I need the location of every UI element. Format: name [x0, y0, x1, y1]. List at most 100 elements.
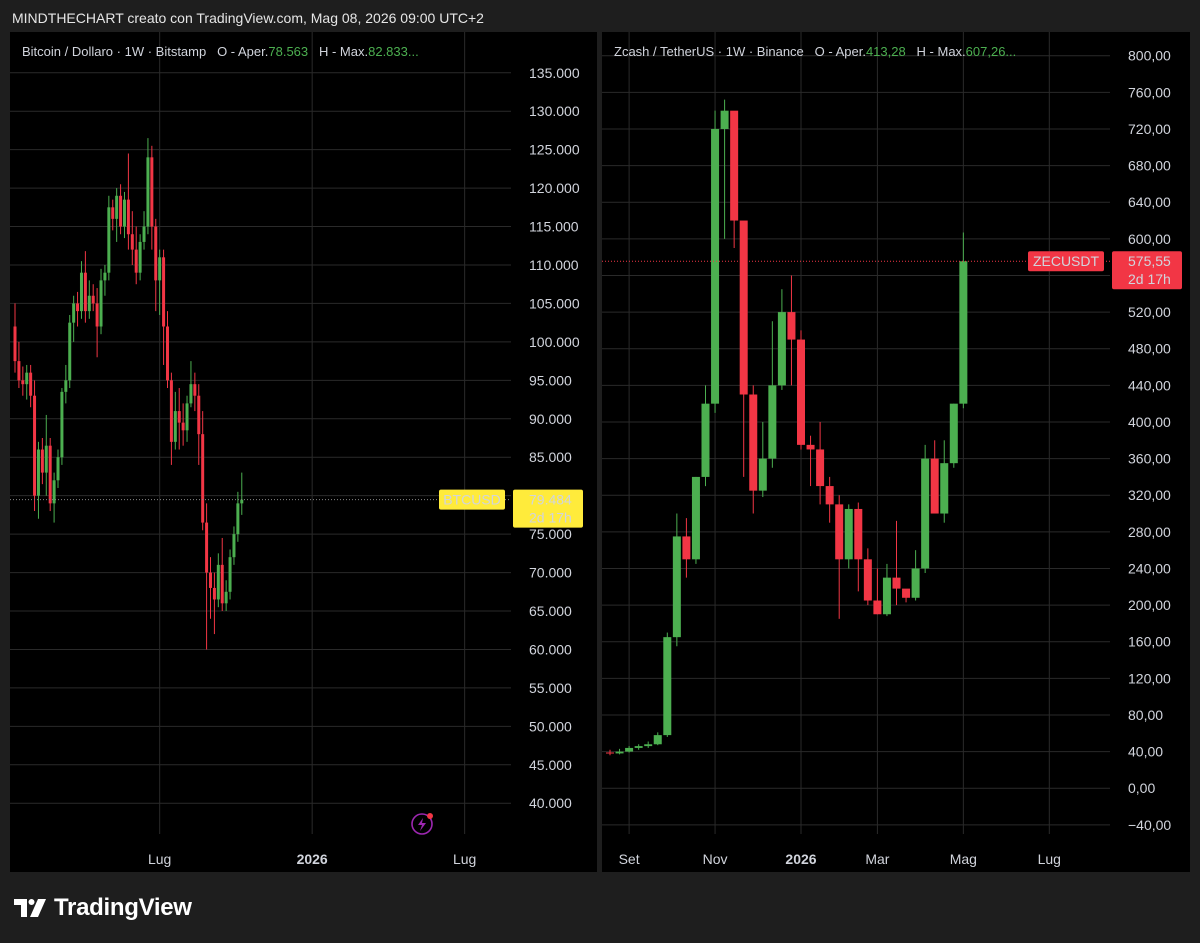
btc-chart-svg[interactable]: 40.000 45.000 50.000 55.000 60.000 65.000 70.0…: [10, 32, 597, 872]
candle: [720, 99, 729, 239]
candle: [663, 632, 672, 737]
candle: [91, 284, 95, 312]
y-tick-label: 720,00: [1128, 121, 1171, 137]
y-tick-label: 200,00: [1128, 597, 1171, 613]
candle: [816, 421, 825, 505]
candle: [146, 138, 150, 235]
candle: [228, 549, 232, 600]
btc-chart-panel[interactable]: 40.000 45.000 50.000 55.000 60.000 65.000 70.0…: [10, 32, 597, 872]
y-tick-label: 125.000: [529, 142, 580, 158]
btc-price-axis[interactable]: 40.000 45.000 50.000 55.000 60.000 65.000 70.0…: [529, 65, 580, 811]
y-tick-label: 400,00: [1128, 414, 1171, 430]
btc-time-axis[interactable]: Lug 2026 Lug: [148, 851, 476, 867]
btc-symbol-title[interactable]: Bitcoin / Dollaro · 1W · Bitstamp: [22, 44, 206, 59]
btc-open-label: O - Aper.: [217, 44, 269, 59]
candle: [209, 557, 212, 619]
candle: [216, 553, 220, 608]
x-tick-label: 2026: [785, 851, 816, 867]
candle: [173, 391, 177, 450]
candle: [95, 288, 99, 358]
x-tick-label: Lug: [148, 851, 171, 867]
y-tick-label: 65.000: [529, 603, 572, 619]
tradingview-logo[interactable]: TradingView: [14, 894, 192, 922]
candle: [758, 421, 767, 498]
candle: [158, 249, 162, 315]
candle: [224, 580, 228, 612]
zec-time-axis[interactable]: Set Nov 2026 Mar Mag Lug: [619, 851, 1061, 867]
y-tick-label: 680,00: [1128, 158, 1171, 174]
candle: [25, 364, 29, 400]
y-tick-label: 0,00: [1128, 780, 1155, 796]
zec-symbol-title[interactable]: Zcash / TetherUS · 1W · Binance: [614, 44, 804, 59]
candle: [940, 440, 949, 523]
y-tick-label: 600,00: [1128, 231, 1171, 247]
candle: [126, 153, 130, 250]
lightning-icon[interactable]: [411, 813, 433, 835]
candle: [854, 502, 863, 592]
btc-symbol-label: BTCUSD: [443, 492, 501, 508]
y-tick-label: 320,00: [1128, 487, 1171, 503]
btc-last-price-label: 79.484: [529, 492, 572, 508]
candle: [150, 145, 154, 250]
btc-open-value: 78.563: [268, 44, 309, 59]
zec-open-label: O - Aper.: [814, 44, 866, 59]
candle: [138, 234, 142, 281]
x-tick-label: Lug: [1038, 851, 1061, 867]
x-tick-label: Mar: [865, 851, 889, 867]
y-tick-label: 40.000: [529, 795, 572, 811]
y-tick-label: 50.000: [529, 718, 572, 734]
y-tick-label: 85.000: [529, 449, 572, 465]
candle: [185, 395, 189, 442]
y-tick-label: 40,00: [1128, 744, 1163, 760]
candle: [644, 741, 653, 748]
y-tick-label: 440,00: [1128, 377, 1171, 393]
candle: [835, 495, 844, 619]
candle: [634, 744, 643, 750]
candle: [749, 385, 758, 514]
btc-countdown-label: 2d 17h: [529, 510, 572, 526]
zec-price-tag: ZECUSDT 575,55 2d 17h: [1028, 251, 1182, 290]
candle: [99, 268, 103, 335]
y-tick-label: −40,00: [1128, 817, 1171, 833]
candle: [181, 403, 185, 446]
candle: [205, 503, 209, 650]
y-tick-label: 110.000: [529, 257, 579, 273]
zec-chart-svg[interactable]: −40,00 0,00 40,00 80,00 120,00 160,00 200,00 24…: [602, 32, 1190, 872]
brand-name: TradingView: [54, 894, 192, 921]
zec-last-price-label: 575,55: [1128, 253, 1171, 269]
zec-grid: [602, 32, 1110, 834]
candle: [625, 746, 634, 753]
y-tick-label: 800,00: [1128, 48, 1171, 64]
x-tick-label: Nov: [703, 851, 728, 867]
candle: [787, 275, 796, 386]
y-tick-label: 80,00: [1128, 707, 1163, 723]
y-tick-label: 520,00: [1128, 304, 1171, 320]
candle: [701, 385, 710, 487]
btc-legend[interactable]: Bitcoin / Dollaro · 1W · Bitstamp O - Ap…: [22, 44, 419, 59]
zec-chart-panel[interactable]: −40,00 0,00 40,00 80,00 120,00 160,00 200,00 24…: [602, 32, 1190, 872]
y-tick-label: 640,00: [1128, 194, 1171, 210]
zec-price-axis[interactable]: −40,00 0,00 40,00 80,00 120,00 160,00 200,00 24…: [1128, 48, 1171, 833]
candle: [825, 476, 834, 523]
candle: [959, 232, 968, 409]
x-tick-label: 2026: [297, 851, 328, 867]
btc-grid: [10, 32, 511, 834]
x-tick-label: Set: [619, 851, 640, 867]
candle: [33, 380, 37, 512]
candle: [220, 537, 224, 612]
candle: [691, 476, 700, 564]
zec-legend[interactable]: Zcash / TetherUS · 1W · Binance O - Aper…: [614, 44, 1016, 59]
candle: [902, 588, 911, 603]
y-tick-label: 75.000: [529, 526, 572, 542]
candle: [154, 218, 158, 312]
y-tick-label: 70.000: [529, 565, 572, 581]
btc-high-label: H - Max.: [318, 44, 369, 59]
btc-high-value: 82.833...: [368, 44, 419, 59]
y-tick-label: 240,00: [1128, 560, 1171, 576]
y-tick-label: 120.000: [529, 180, 580, 196]
candle: [103, 264, 107, 296]
y-tick-label: 45.000: [529, 757, 572, 773]
candle: [72, 295, 76, 342]
candle: [29, 364, 33, 408]
candle: [162, 249, 166, 365]
